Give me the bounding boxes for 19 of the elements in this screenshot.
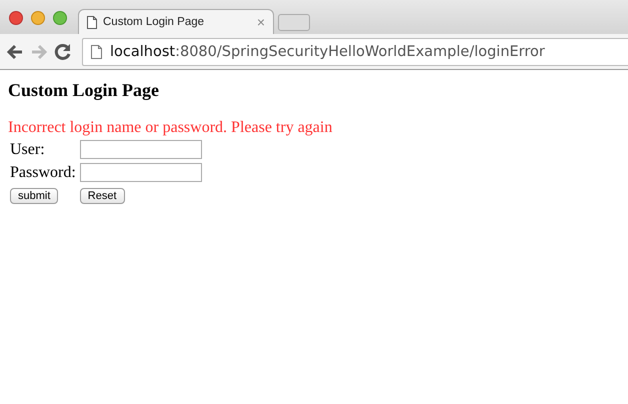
reset-button[interactable]: Reset (80, 188, 125, 204)
field-label: User: (10, 140, 45, 158)
page-icon (91, 44, 102, 58)
browser-tab[interactable]: Custom Login Page × (78, 9, 274, 34)
minimize-window-button[interactable] (31, 11, 45, 25)
field-label: Password: (10, 164, 76, 180)
document-icon (87, 16, 97, 28)
new-tab-button[interactable] (278, 14, 310, 31)
zoom-window-button[interactable] (53, 11, 67, 25)
error-message: Incorrect login name or password. Please try again (8, 119, 334, 137)
submit-button[interactable]: submit (10, 188, 58, 204)
page-heading: Custom Login Page (8, 80, 160, 101)
reload-button[interactable] (54, 42, 72, 60)
url-text: localhost:8080/SpringSecurityHelloWorldExample/loginError (110, 44, 545, 60)
input-field[interactable] (80, 163, 202, 182)
address-bar[interactable]: localhost:8080/SpringSecurityHelloWorldExample/loginError (82, 38, 628, 66)
back-button[interactable] (6, 44, 24, 60)
input-field[interactable] (80, 140, 202, 159)
close-window-button[interactable] (9, 11, 23, 25)
